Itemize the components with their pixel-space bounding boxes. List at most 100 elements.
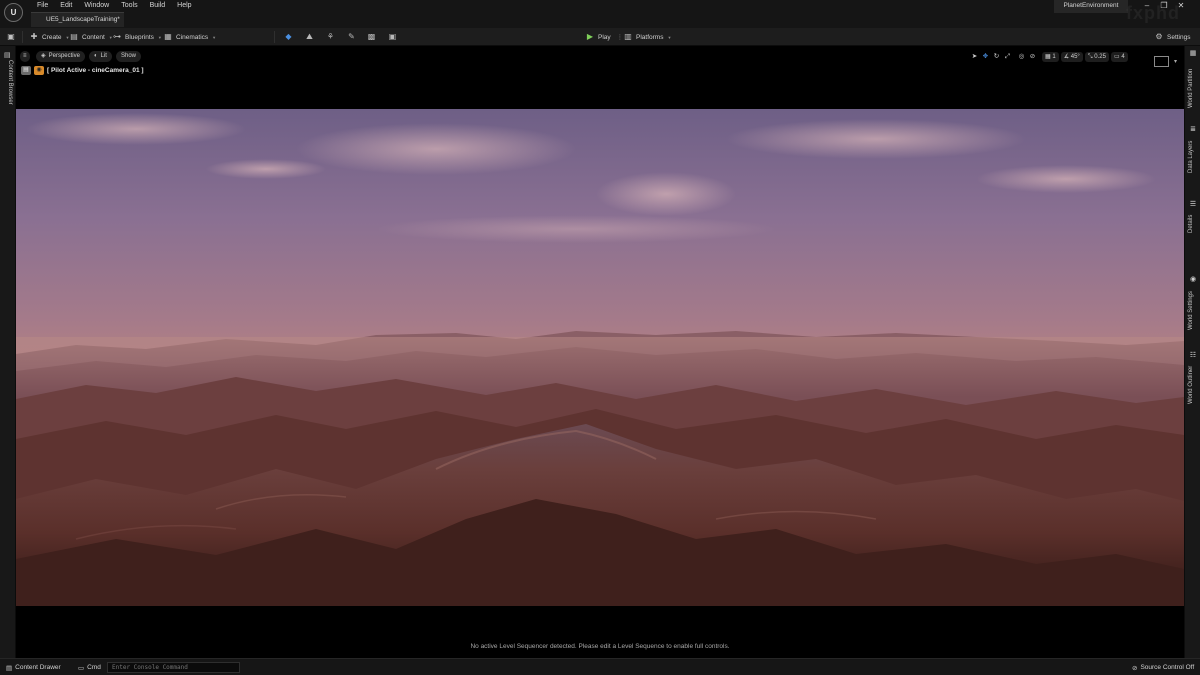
foliage-mode-icon[interactable]: ⚘ (324, 31, 337, 43)
source-control-button[interactable]: ⊘ Source Control Off (1132, 662, 1194, 673)
select-mode-icon[interactable]: ◆ (282, 31, 295, 43)
data-layers-label: Data Layers (1188, 140, 1194, 173)
create-icon: ✚ (30, 32, 38, 41)
status-bar: ▤ Content Drawer ▭ Cmd ⊘ Source Control … (0, 658, 1200, 675)
play-label: Play (598, 33, 611, 41)
toolbar-divider (22, 31, 23, 43)
content-browser-tab[interactable]: Content Browser (7, 60, 13, 105)
perspective-button[interactable]: ◈ Perspective (36, 51, 85, 62)
perspective-icon: ◈ (41, 53, 46, 59)
viewport-layout-icon[interactable] (1154, 56, 1169, 67)
angle-snap-toggle[interactable]: ∡ 45° (1060, 51, 1083, 62)
details-tab[interactable]: ☰ Details (1185, 201, 1200, 236)
toolbar-divider (274, 31, 275, 43)
create-label: Create (42, 33, 62, 41)
globe-icon: ◉ (1189, 276, 1197, 283)
fracture-mode-icon[interactable]: ▩ (365, 31, 378, 43)
main-menu: File Edit Window Tools Build Help (31, 1, 198, 10)
mesh-paint-mode-icon[interactable]: ✎ (345, 31, 358, 43)
cmd-button[interactable]: ▭ Cmd (78, 662, 101, 673)
menu-tools[interactable]: Tools (115, 1, 143, 10)
gear-icon: ⚙ (1155, 32, 1163, 41)
grid-snap-toggle[interactable]: ▦ 1 (1042, 51, 1059, 62)
show-label: Show (121, 53, 137, 59)
viewport-menu-button[interactable]: ≡ (20, 51, 30, 62)
world-partition-label: World Partition (1188, 68, 1194, 108)
content-browser-icon[interactable]: ▤ (4, 51, 11, 59)
settings-button[interactable]: ⚙ Settings (1154, 30, 1191, 44)
window-controls: – ❐ ✕ (1142, 1, 1186, 11)
hamburger-icon: ≡ (23, 53, 27, 59)
clapper-icon: ▦ (164, 32, 172, 41)
content-drawer-icon: ▤ (6, 664, 13, 672)
surface-snap-icon[interactable]: ⊘ (1028, 52, 1037, 61)
cinematics-button[interactable]: ▦ Cinematics ▼ (163, 30, 216, 44)
landscape-mode-icon[interactable]: ⛰ (303, 31, 316, 43)
desert-landscape-image (16, 109, 1184, 606)
menu-help[interactable]: Help (171, 1, 197, 10)
modeling-mode-icon[interactable]: ▣ (386, 31, 399, 43)
blueprint-icon: ⊶ (113, 32, 121, 41)
content-button[interactable]: ▤ Content ▼ (69, 30, 113, 44)
terminal-icon: ▭ (78, 664, 85, 672)
source-control-icon: ⊘ (1132, 664, 1138, 672)
world-settings-label: World Settings (1188, 291, 1194, 330)
details-label: Details (1188, 214, 1194, 233)
cmd-label: Cmd (87, 664, 101, 671)
camera-speed-button[interactable]: ▭ 4 (1110, 51, 1128, 62)
level-viewport[interactable]: ≡ ◈ Perspective ◐ Lit Show ➤ ✥ ↻ ⤢ ◎ ⊘ ▦… (16, 46, 1184, 658)
minimize-icon[interactable]: – (1142, 1, 1152, 11)
camera-icon[interactable]: ◉ (34, 65, 44, 75)
console-input[interactable] (107, 662, 240, 673)
pilot-label: [ Pilot Active - cineCamera_01 ] (47, 66, 144, 74)
pilot-indicator: ▤ ◉ [ Pilot Active - cineCamera_01 ] (21, 65, 144, 75)
translate-icon[interactable]: ✥ (981, 52, 990, 61)
angle-snap-value: 45° (1070, 53, 1080, 60)
menu-window[interactable]: Window (78, 1, 115, 10)
outliner-icon: ☷ (1189, 352, 1197, 359)
world-partition-tab[interactable]: ▦ World Partition (1185, 50, 1200, 112)
blueprints-button[interactable]: ⊶ Blueprints ▼ (112, 30, 162, 44)
save-button[interactable]: ▣ (6, 30, 16, 44)
data-layers-tab[interactable]: ≣ Data Layers (1185, 126, 1200, 176)
perspective-label: Perspective (48, 53, 80, 59)
world-local-icon[interactable]: ◎ (1017, 52, 1026, 61)
play-button[interactable]: ▶ Play ⋮ (585, 30, 623, 44)
lit-icon: ◐ (94, 53, 98, 59)
platforms-button[interactable]: ▥ Platforms ▼ (623, 30, 671, 44)
restore-icon[interactable]: ❐ (1159, 1, 1169, 11)
world-outliner-label: World Outliner (1188, 365, 1194, 404)
menu-bar: U File Edit Window Tools Build Help UE5_… (0, 0, 1200, 28)
create-button[interactable]: ✚ Create ▼ (29, 30, 70, 44)
scale-snap-toggle[interactable]: ⤡ 0.25 (1084, 51, 1109, 62)
world-outliner-tab[interactable]: ☷ World Outliner (1185, 352, 1200, 404)
blueprints-label: Blueprints (125, 33, 154, 41)
landscape-render (16, 109, 1184, 606)
chevron-down-icon[interactable]: ▾ (1174, 58, 1177, 65)
unreal-logo-icon[interactable]: U (4, 3, 23, 22)
project-name: PlanetEnvironment (1054, 0, 1128, 13)
lit-label: Lit (100, 53, 107, 59)
close-icon[interactable]: ✕ (1176, 1, 1186, 11)
rotate-icon[interactable]: ↻ (992, 52, 1001, 61)
main-toolbar: ▣ ✚ Create ▼ ▤ Content ▼ ⊶ Blueprints ▼ ▦ C… (0, 28, 1200, 46)
world-settings-tab[interactable]: ◉ World Settings (1185, 276, 1200, 332)
content-drawer-button[interactable]: ▤ Content Drawer (6, 662, 61, 673)
select-arrow-icon[interactable]: ➤ (970, 52, 979, 61)
folder-icon: ▤ (70, 32, 78, 41)
source-control-label: Source Control Off (1140, 664, 1195, 671)
platforms-icon: ▥ (624, 32, 632, 41)
left-side-rail: ▤ Content Browser (0, 46, 16, 658)
eject-pilot-icon[interactable]: ▤ (21, 65, 31, 75)
menu-file[interactable]: File (31, 1, 54, 10)
level-tab[interactable]: UE5_LandscapeTraining* (31, 12, 124, 27)
show-button[interactable]: Show (116, 51, 142, 62)
scale-icon[interactable]: ⤢ (1003, 52, 1012, 61)
lit-button[interactable]: ◐ Lit (89, 51, 112, 62)
menu-edit[interactable]: Edit (54, 1, 78, 10)
settings-label: Settings (1167, 33, 1191, 41)
data-layers-icon: ≣ (1190, 126, 1196, 133)
menu-build[interactable]: Build (144, 1, 172, 10)
grid-snap-value: 1 (1052, 53, 1056, 60)
cinematics-label: Cinematics (176, 33, 209, 41)
